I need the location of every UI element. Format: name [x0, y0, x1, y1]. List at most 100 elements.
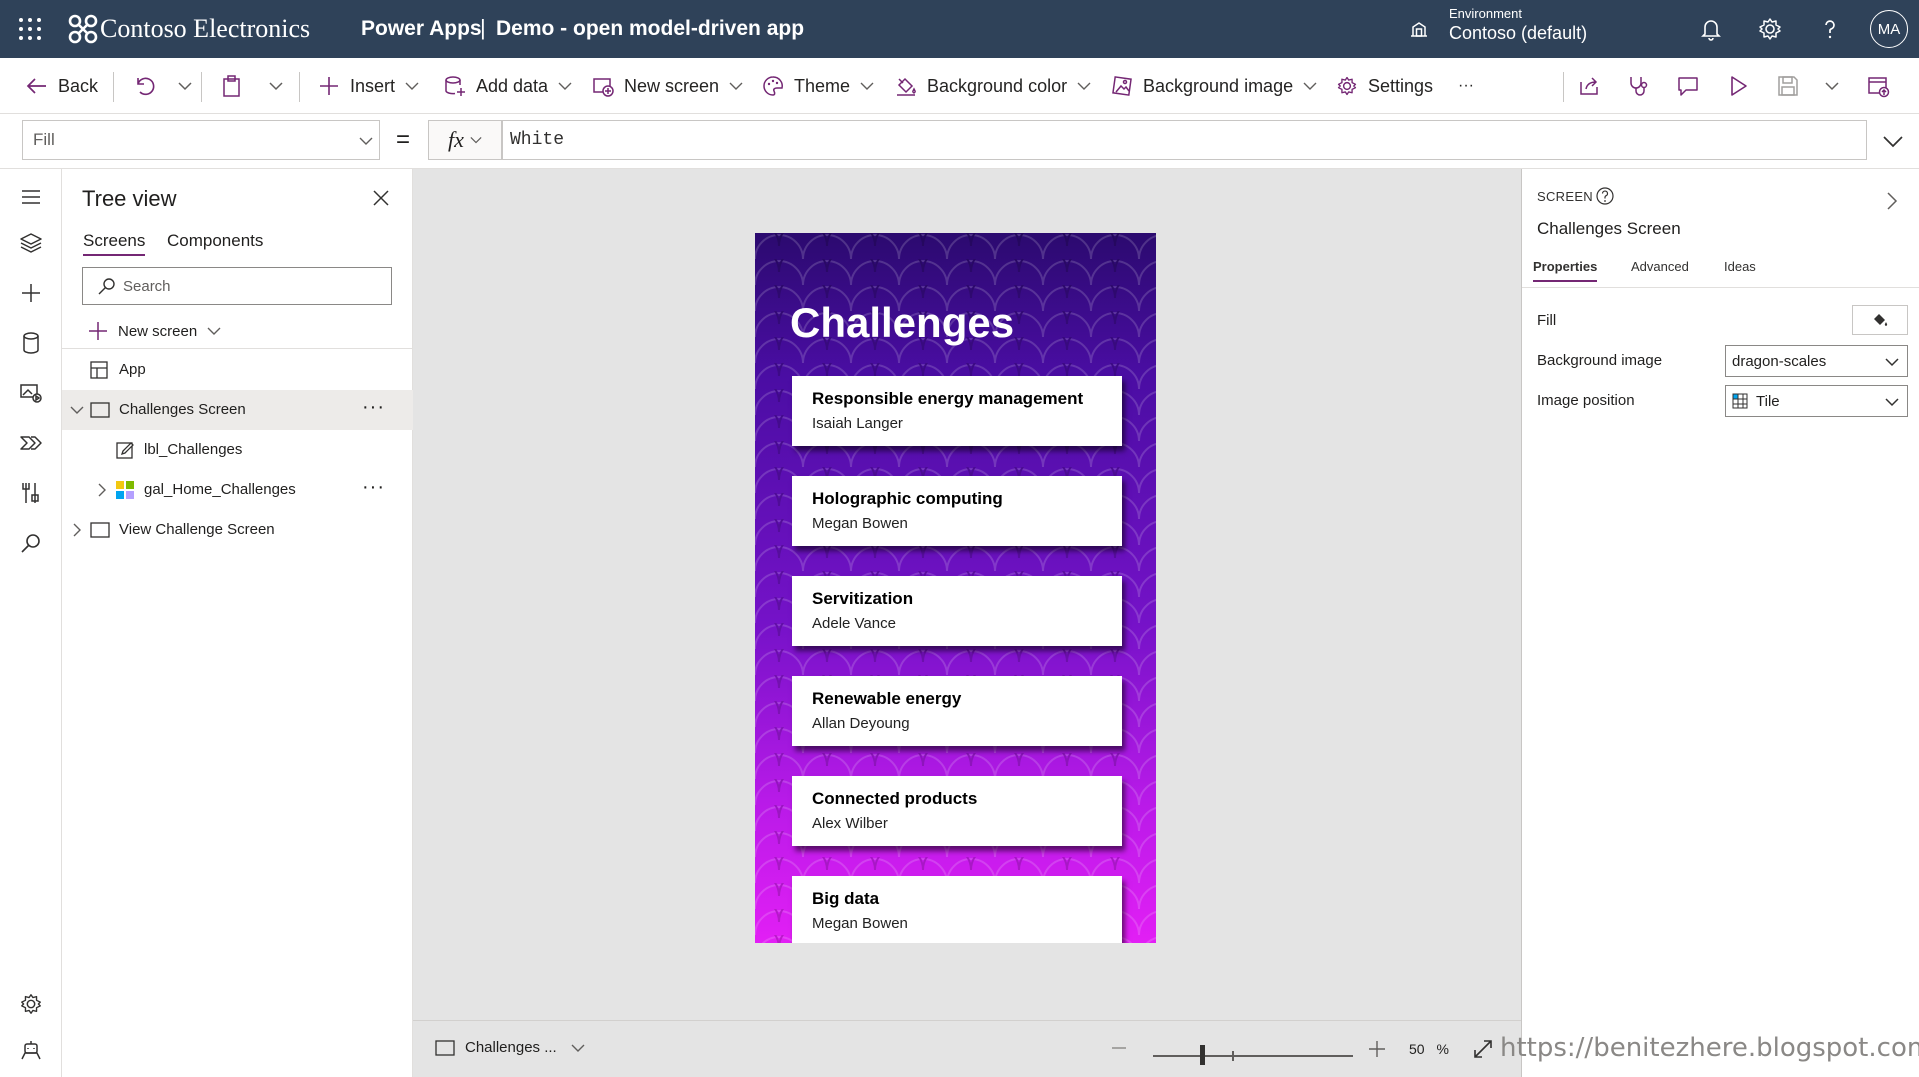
chevron-down-icon[interactable]: [70, 403, 84, 417]
data-cylinder-icon[interactable]: [19, 331, 43, 355]
selected-control-name[interactable]: Challenges Screen: [1537, 219, 1681, 239]
media-icon[interactable]: [19, 381, 43, 405]
tree-node-challenges-screen[interactable]: Challenges Screen ···: [62, 390, 413, 430]
undo-icon[interactable]: [132, 74, 156, 98]
share-icon[interactable]: [1577, 74, 1601, 98]
collapse-pane-chevron-icon[interactable]: [1884, 191, 1900, 211]
tab-ideas[interactable]: Ideas: [1724, 259, 1756, 274]
settings-button[interactable]: Settings: [1336, 58, 1433, 114]
gallery-item[interactable]: Big data Megan Bowen: [792, 876, 1122, 943]
chevron-right-icon[interactable]: [95, 483, 109, 497]
zoom-out-minus-icon[interactable]: [1111, 1040, 1127, 1056]
fill-color-picker[interactable]: [1852, 305, 1908, 335]
screen-selector-dropdown[interactable]: Challenges ...: [435, 1039, 585, 1056]
tree-node-gal-home-challenges[interactable]: gal_Home_Challenges ···: [62, 470, 413, 510]
image-position-dropdown[interactable]: Tile: [1725, 385, 1908, 417]
paste-dropdown-chevron-icon[interactable]: [268, 74, 284, 98]
comments-icon[interactable]: [1676, 74, 1700, 98]
notifications-icon[interactable]: [1698, 16, 1724, 42]
app-checker-stethoscope-icon[interactable]: [1626, 74, 1650, 98]
zoom-slider-track[interactable]: [1153, 1055, 1353, 1057]
theme-button[interactable]: Theme: [762, 58, 874, 114]
tree-new-screen-button[interactable]: New screen: [88, 314, 221, 348]
fx-label: fx: [448, 127, 464, 152]
help-icon[interactable]: [1817, 16, 1843, 42]
more-options-icon[interactable]: ···: [362, 476, 385, 499]
zoom-level[interactable]: 50 %: [1409, 1041, 1449, 1057]
advanced-tools-icon[interactable]: [19, 481, 43, 505]
search-icon: [98, 278, 115, 295]
tree-node-label: lbl_Challenges: [144, 441, 243, 458]
property-dropdown[interactable]: Fill: [22, 120, 380, 160]
more-options-icon[interactable]: ···: [362, 396, 385, 419]
environment-icon[interactable]: [1408, 18, 1430, 40]
settings-label: Settings: [1368, 75, 1434, 96]
tab-components[interactable]: Components: [167, 231, 263, 251]
power-automate-icon[interactable]: [19, 431, 43, 455]
lbl-challenges[interactable]: Challenges: [790, 299, 1014, 347]
chevron-right-icon[interactable]: [70, 523, 84, 537]
hamburger-menu-icon[interactable]: [19, 185, 43, 209]
new-screen-button[interactable]: New screen: [592, 58, 743, 114]
divider: [299, 72, 300, 102]
tree-node-view-challenge-screen[interactable]: View Challenge Screen: [62, 510, 413, 550]
command-bar: Back Insert Add data New screen Theme Ba…: [0, 58, 1919, 114]
virtual-agent-icon[interactable]: [19, 1038, 43, 1062]
save-icon[interactable]: [1776, 74, 1800, 98]
help-circle-icon[interactable]: [1595, 186, 1615, 206]
expand-formula-bar-chevron-icon[interactable]: [1882, 133, 1904, 149]
tree-search-input[interactable]: Search: [82, 267, 392, 305]
tab-screens[interactable]: Screens: [83, 231, 146, 256]
chevron-down-icon: [1885, 398, 1899, 407]
search-icon[interactable]: [19, 531, 43, 555]
save-dropdown-chevron-icon[interactable]: [1824, 74, 1840, 98]
tree-node-label: Challenges Screen: [119, 401, 246, 418]
new-screen-icon: [593, 78, 614, 97]
publish-icon[interactable]: [1866, 74, 1890, 98]
undo-dropdown-chevron-icon[interactable]: [177, 74, 193, 98]
background-image-value: dragon-scales: [1732, 352, 1827, 370]
background-image-dropdown[interactable]: dragon-scales: [1725, 345, 1908, 377]
challenges-screen-preview[interactable]: Challenges Responsible energy management…: [755, 233, 1156, 943]
zoom-slider-thumb[interactable]: [1200, 1045, 1205, 1065]
zoom-in-plus-icon[interactable]: [1368, 1040, 1386, 1058]
challenge-owner: Allan Deyoung: [812, 715, 910, 732]
gallery-item[interactable]: Responsible energy management Isaiah Lan…: [792, 376, 1122, 446]
gallery-item[interactable]: Connected products Alex Wilber: [792, 776, 1122, 846]
more-commands-button[interactable]: ···: [1458, 58, 1474, 114]
settings-gear-icon[interactable]: [1757, 16, 1783, 42]
close-icon[interactable]: [371, 188, 391, 208]
image-position-value: Tile: [1756, 392, 1780, 410]
app-name[interactable]: Power Apps: [361, 17, 482, 41]
formula-input[interactable]: White: [502, 120, 1867, 160]
insert-button[interactable]: Insert: [318, 58, 419, 114]
tree-node-app[interactable]: App: [62, 350, 413, 390]
back-arrow-icon: [26, 78, 46, 94]
function-picker-button[interactable]: fx: [428, 120, 502, 160]
tree-view-layers-icon[interactable]: [19, 231, 43, 255]
insert-plus-icon[interactable]: [19, 281, 43, 305]
fit-to-window-expand-icon[interactable]: [1472, 1038, 1494, 1060]
back-button[interactable]: Back: [26, 58, 98, 114]
chevron-down-icon: [729, 82, 743, 90]
background-image-label: Background image: [1537, 352, 1663, 369]
background-image-button[interactable]: Background image: [1111, 58, 1317, 114]
tree-node-lbl-challenges[interactable]: lbl_Challenges: [62, 430, 413, 470]
app-launcher-icon[interactable]: [18, 17, 42, 41]
background-color-button[interactable]: Background color: [895, 58, 1091, 114]
image-icon: [1112, 76, 1132, 96]
paste-icon[interactable]: [220, 74, 244, 98]
user-avatar[interactable]: MA: [1870, 10, 1908, 48]
gallery-item[interactable]: Holographic computing Megan Bowen: [792, 476, 1122, 546]
environment-value[interactable]: Contoso (default): [1449, 23, 1587, 44]
add-data-button[interactable]: Add data: [444, 58, 572, 114]
gallery-item[interactable]: Renewable energy Allan Deyoung: [792, 676, 1122, 746]
gallery-item[interactable]: Servitization Adele Vance: [792, 576, 1122, 646]
design-canvas[interactable]: Challenges Responsible energy management…: [413, 169, 1521, 1020]
preview-play-icon[interactable]: [1726, 74, 1750, 98]
tab-advanced[interactable]: Advanced: [1631, 259, 1689, 274]
tab-properties[interactable]: Properties: [1533, 259, 1598, 282]
paint-bucket-icon: [897, 77, 916, 96]
tile-icon: [1732, 393, 1748, 409]
settings-gear-icon[interactable]: [19, 992, 43, 1016]
